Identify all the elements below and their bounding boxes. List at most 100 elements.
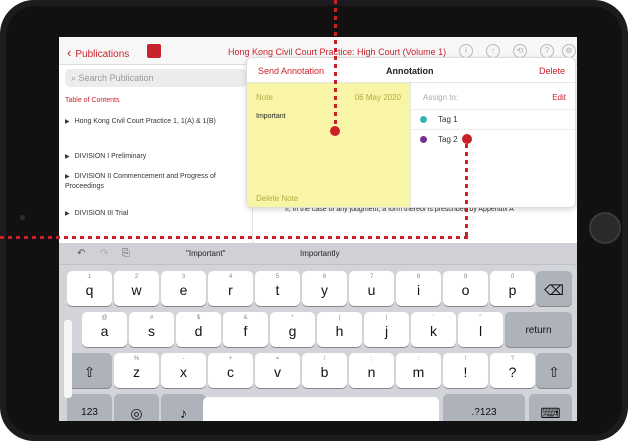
key-k[interactable]: ' k [411,312,456,347]
text-selection-indicator [64,320,72,398]
key-exclaim[interactable]: !! [443,353,488,388]
shift-key-left[interactable]: ⇧ [67,353,112,388]
tag-color-dot [420,136,427,143]
suggestion-1[interactable]: "Important" [186,249,225,258]
annotation-title: Annotation [386,66,434,76]
callout-line-right [465,144,468,236]
shift-key-right[interactable]: ⇧ [536,353,572,388]
key-q[interactable]: 1q [67,271,112,306]
key-h[interactable]: (h [317,312,362,347]
share-icon[interactable]: ↑ [486,44,500,58]
redo-icon[interactable]: ↷ [100,248,108,259]
delete-note-button[interactable]: Delete Note [256,194,298,203]
sidebar-item-division-3[interactable]: ▶ DIVISION III Trial [65,209,235,219]
key-o[interactable]: 9o [443,271,488,306]
key-e[interactable]: 3e [161,271,206,306]
key-r[interactable]: 4r [208,271,253,306]
numbers-key-left[interactable]: 123 [67,394,112,421]
note-text[interactable]: Important [256,113,286,120]
key-i[interactable]: 8i [396,271,441,306]
sidebar-item-label: DIVISION II Commencement and Progress of… [65,173,216,190]
key-l[interactable]: " l [458,312,503,347]
tag-assignment: Assign to: Edit Tag 1 Tag 2 [410,83,575,207]
callout-line-bottom [0,236,468,239]
annotation-header: Send Annotation Annotation Delete [247,58,575,83]
note-area[interactable]: Note 06 May 2020 Important Delete Note [247,83,410,207]
triangle-right-icon: ▶ [65,211,70,217]
sidebar-item-division-2[interactable]: ▶ DIVISION II Commencement and Progress o… [65,172,235,191]
dictation-key[interactable]: ♪ [161,394,206,421]
note-date: 06 May 2020 [354,93,401,102]
space-bar[interactable] [203,397,439,421]
key-a[interactable]: @ a [82,312,127,347]
sidebar-item-division-1[interactable]: ▶ DIVISION I Preliminary [65,152,235,162]
edit-tags-button[interactable]: Edit [552,93,566,102]
sidebar-item-label: Hong Kong Civil Court Practice 1, 1(A) &… [74,118,216,125]
key-p[interactable]: 0p [490,271,535,306]
numbers-key-right[interactable]: .?123 [443,394,525,421]
suggestion-2[interactable]: Importantly [300,249,340,258]
delete-annotation-button[interactable]: Delete [539,66,565,76]
settings-icon[interactable]: ⚙ [562,44,576,58]
sidebar-item-label: DIVISION III Trial [74,210,129,217]
key-g[interactable]: * g [270,312,315,347]
send-annotation-button[interactable]: Send Annotation [258,66,324,76]
key-d[interactable]: $ d [176,312,221,347]
key-b[interactable]: / b [302,353,347,388]
globe-key[interactable]: ◎ [114,394,159,421]
shift-icon: ⇧ [83,364,96,380]
search-input[interactable]: ⌕ Search Publication [65,69,247,87]
toc-label: Table of Contents [65,97,120,104]
tag-label: Tag 1 [438,115,458,124]
backspace-key[interactable]: ⌫ [536,271,572,306]
key-question[interactable]: ?? [490,353,535,388]
key-x[interactable]: -x [161,353,206,388]
key-u[interactable]: 7u [349,271,394,306]
keyboard: ↶ ↷ ⎘ "Important" Importantly 1q 2w 3e 4… [59,243,577,421]
key-c[interactable]: + c [208,353,253,388]
sidebar: ⌕ Search Publication Table of Contents ▶… [59,65,253,243]
chevron-left-icon: ‹ [67,45,72,60]
paste-icon[interactable]: ⎘ [122,248,130,259]
undo-icon[interactable]: ↶ [77,248,85,259]
sidebar-item-ccp[interactable]: ▶ Hong Kong Civil Court Practice 1, 1(A) … [65,117,235,127]
publications-back-button[interactable]: ‹ Publications [67,45,129,60]
keyboard-icon: ⌨ [540,405,561,421]
sidebar-item-label: DIVISION I Preliminary [74,153,147,160]
return-key[interactable]: return [505,312,572,347]
key-n[interactable]: ; n [349,353,394,388]
tag-row-1[interactable]: Tag 1 [411,109,575,129]
key-y[interactable]: 6y [302,271,347,306]
home-button[interactable] [589,212,621,244]
info-icon[interactable]: i [459,44,473,58]
help-icon[interactable]: ? [540,44,554,58]
key-t[interactable]: 5t [255,271,300,306]
key-m[interactable]: :m [396,353,441,388]
triangle-right-icon: ▶ [65,119,70,125]
key-f[interactable]: & f [223,312,268,347]
book-icon[interactable] [147,44,161,58]
microphone-icon: ♪ [180,405,187,421]
annotation-panel: Send Annotation Annotation Delete Note 0… [246,57,576,208]
history-icon[interactable]: ⟲ [513,44,527,58]
callout-dot-tag [462,134,472,144]
key-v[interactable]: = v [255,353,300,388]
callout-dot-note [330,126,340,136]
suggestion-bar: ↶ ↷ ⎘ "Important" Importantly [59,243,577,265]
key-z[interactable]: % z [114,353,159,388]
key-w[interactable]: 2w [114,271,159,306]
camera-dot [20,215,25,220]
key-row-2: @ a # s $ d & f * g (h ) j ' k " l return [59,312,577,353]
page-title: Hong Kong Civil Court Practice: High Cou… [228,47,447,57]
assign-label: Assign to: [423,93,459,102]
key-j[interactable]: ) j [364,312,409,347]
keyboard-dismiss-key[interactable]: ⌨ [529,394,572,421]
key-row-3: ⇧ % z -x + c = v / b ; n :m !! ?? ⇧ [59,353,577,394]
tag-label: Tag 2 [438,135,458,144]
key-row-4: 123 ◎ ♪ .?123 ⌨ [59,394,577,421]
shift-icon: ⇧ [548,364,560,380]
backspace-icon: ⌫ [544,282,564,298]
tag-row-2[interactable]: Tag 2 [411,129,575,149]
key-s[interactable]: # s [129,312,174,347]
screen: ‹ Publications Hong Kong Civil Court Prac… [59,37,577,421]
